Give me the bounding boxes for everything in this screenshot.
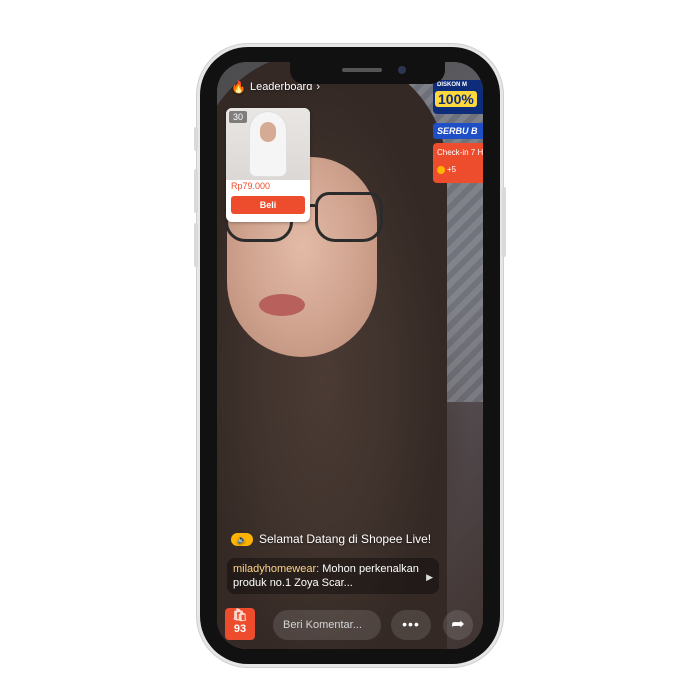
shopping-bag-button[interactable]: 🛍 93 <box>225 608 255 640</box>
comment-input[interactable] <box>273 610 381 640</box>
checkin-banner[interactable]: Check-in 7 H +5 <box>433 143 483 183</box>
notch <box>290 62 445 84</box>
mute-switch <box>194 127 198 151</box>
checkin-reward: +5 <box>447 165 457 174</box>
discount-banner-title: DISKON M <box>437 82 467 88</box>
more-options-button[interactable]: ••• <box>391 610 431 640</box>
promo-banners: DISKON M 100% SERBU B Check-in 7 H +5 <box>433 80 483 183</box>
checkin-label: Check-in 7 H <box>437 148 483 157</box>
power-button <box>502 187 506 257</box>
live-stream-screen: 🔥 Leaderboard › 30 Rp79.000 Beli DISKON … <box>217 62 483 649</box>
play-icon[interactable]: ▶ <box>426 570 433 584</box>
welcome-text: Selamat Datang di Shopee Live! <box>259 532 432 546</box>
megaphone-icon: 🔈 <box>231 532 253 546</box>
product-card[interactable]: 30 Rp79.000 Beli <box>226 108 310 222</box>
buy-button[interactable]: Beli <box>231 196 305 214</box>
volume-up-button <box>194 169 198 213</box>
flame-icon: 🔥 <box>231 80 246 94</box>
product-price: Rp79.000 <box>231 181 271 191</box>
share-button[interactable]: ➦ <box>443 610 473 640</box>
presenter-lips <box>259 294 305 316</box>
product-number-badge: 30 <box>229 111 248 123</box>
welcome-message: 🔈 Selamat Datang di Shopee Live! <box>231 532 431 546</box>
shopping-bag-icon: 🛍 <box>232 608 248 622</box>
comment-username[interactable]: miladyhomewear: <box>233 563 319 575</box>
serbu-banner[interactable]: SERBU B <box>433 123 483 139</box>
front-camera <box>398 66 406 74</box>
discount-banner[interactable]: DISKON M 100% <box>433 80 483 114</box>
speaker-grille <box>342 68 382 72</box>
chat-comment: miladyhomewear: Mohon perkenalkan produk… <box>227 558 439 594</box>
phone-frame: 🔥 Leaderboard › 30 Rp79.000 Beli DISKON … <box>194 47 506 664</box>
discount-banner-value: 100% <box>435 91 477 107</box>
cart-count: 93 <box>233 623 247 635</box>
volume-down-button <box>194 223 198 267</box>
coin-icon <box>437 165 445 174</box>
